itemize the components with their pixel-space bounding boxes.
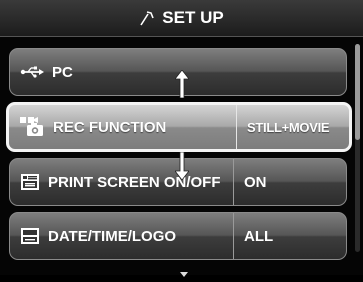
menu-item-label: DATE/TIME/LOGO <box>48 227 177 245</box>
date-stamp-icon <box>20 227 40 245</box>
scrollbar-thumb[interactable] <box>355 44 360 140</box>
camera-movie-icon <box>19 116 45 138</box>
setup-screen: SET UP PC REC FUNCTION STILL+MOVIE PRINT… <box>0 0 363 277</box>
menu-item-rec-function[interactable]: REC FUNCTION STILL+MOVIE <box>6 102 352 152</box>
menu-item-value: ON <box>233 159 346 205</box>
scroll-down-arrow-icon[interactable] <box>174 151 190 185</box>
print-screen-icon <box>20 173 40 191</box>
menu-item-label: PRINT SCREEN ON/OFF <box>48 173 221 191</box>
title-bar: SET UP <box>0 0 363 37</box>
more-items-down-icon <box>180 264 188 282</box>
page-title: SET UP <box>162 8 224 27</box>
scroll-up-arrow-icon[interactable] <box>174 69 190 103</box>
menu-item-value: ALL <box>233 213 346 259</box>
scrollbar[interactable] <box>355 44 360 252</box>
wrench-icon <box>139 10 155 26</box>
menu-item-label: PC <box>52 63 73 81</box>
menu-item-date-time-logo[interactable]: DATE/TIME/LOGO ALL <box>9 212 347 260</box>
menu-item-value: STILL+MOVIE <box>236 105 349 149</box>
usb-icon <box>20 66 44 78</box>
menu-item-label: REC FUNCTION <box>53 118 167 136</box>
